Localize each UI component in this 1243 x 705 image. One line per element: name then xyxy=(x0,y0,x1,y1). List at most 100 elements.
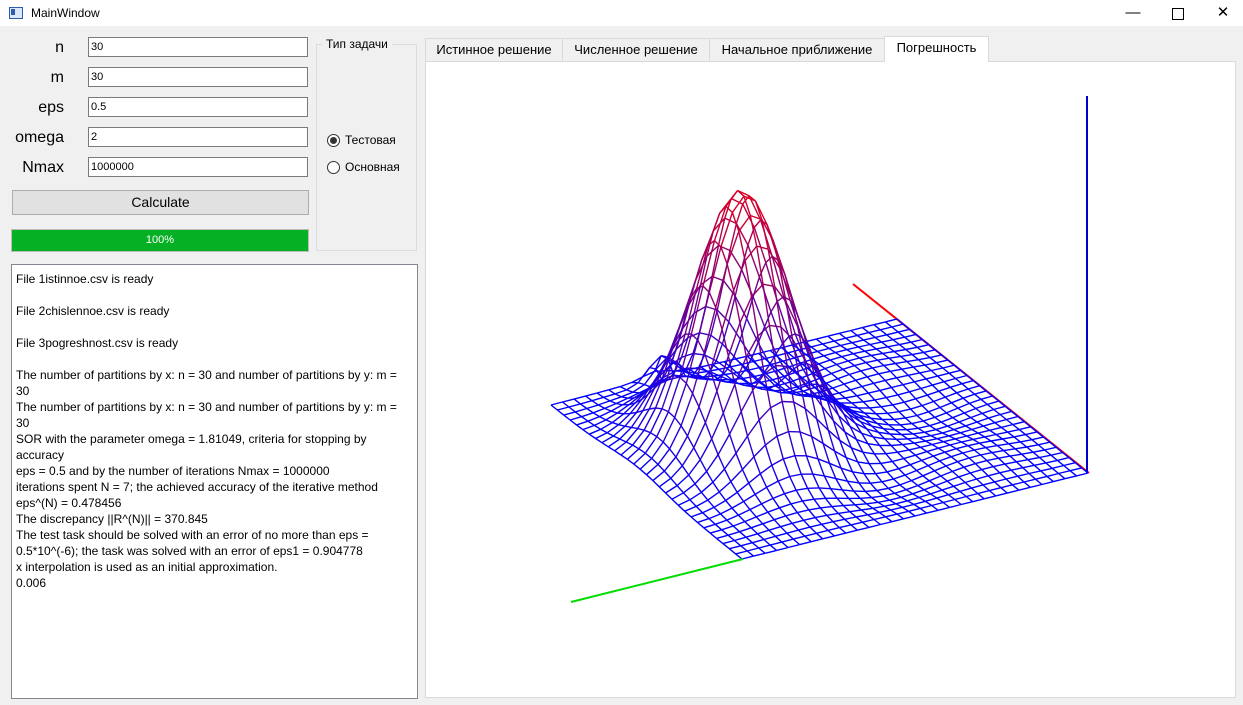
mesh-segment xyxy=(703,527,711,534)
mesh-segment xyxy=(932,455,941,462)
mesh-segment xyxy=(790,503,798,514)
mesh-segment xyxy=(864,490,873,499)
mesh-segment xyxy=(716,537,724,545)
mesh-segment xyxy=(829,359,837,366)
tab-initial-approximation[interactable]: Начальное приближение xyxy=(709,38,885,61)
mesh-segment xyxy=(862,518,875,523)
radio-test-button[interactable] xyxy=(327,134,340,147)
mesh-segment xyxy=(830,372,839,380)
mesh-segment xyxy=(986,403,995,411)
mesh-segment xyxy=(880,406,888,414)
mesh-segment xyxy=(776,430,789,437)
mesh-segment xyxy=(872,507,880,513)
mesh-segment xyxy=(861,386,869,394)
mesh-segment xyxy=(939,456,952,462)
mesh-segment xyxy=(952,417,960,423)
radio-main-button[interactable] xyxy=(327,161,340,174)
mesh-segment xyxy=(1002,436,1015,440)
mesh-segment xyxy=(919,369,932,374)
mesh-segment xyxy=(652,480,660,488)
mesh-segment xyxy=(968,454,981,459)
output-log[interactable]: File 1istinnoe.csv is ready File 2chislen… xyxy=(11,264,418,699)
mesh-segment xyxy=(753,456,761,474)
mesh-segment xyxy=(838,389,851,394)
mesh-segment xyxy=(685,382,694,394)
mesh-segment xyxy=(576,420,589,426)
mesh-segment xyxy=(915,398,923,407)
mesh-segment xyxy=(935,428,943,434)
mesh-segment xyxy=(991,452,999,459)
mesh-segment xyxy=(665,492,673,500)
mesh-segment xyxy=(661,354,668,358)
mesh-segment xyxy=(720,507,733,515)
mesh-segment xyxy=(958,421,966,427)
mesh-segment xyxy=(693,422,707,448)
mesh-segment xyxy=(690,516,698,523)
mesh-segment xyxy=(775,532,788,537)
mesh-segment xyxy=(865,362,873,369)
mesh-segment xyxy=(734,384,742,412)
mesh-segment xyxy=(624,425,632,429)
mesh-segment xyxy=(1000,484,1013,489)
log-line: x interpolation is used as an initial ap… xyxy=(16,560,278,574)
mesh-segment xyxy=(670,465,683,479)
mesh-segment xyxy=(793,401,801,433)
mesh-segment xyxy=(657,463,665,472)
mesh-segment xyxy=(713,506,722,515)
mesh-segment xyxy=(975,403,988,410)
mesh-segment xyxy=(676,485,685,494)
mesh-segment xyxy=(894,362,903,370)
mesh-segment xyxy=(843,504,855,507)
mesh-segment xyxy=(953,485,961,492)
mesh-segment xyxy=(699,438,713,461)
calculate-button[interactable]: Calculate xyxy=(12,190,309,215)
mesh-segment xyxy=(786,529,799,534)
mesh-segment xyxy=(603,396,611,402)
mesh-segment xyxy=(914,440,926,444)
mesh-segment xyxy=(1031,439,1039,446)
mesh-segment xyxy=(689,499,697,507)
mesh-segment xyxy=(913,500,926,506)
mesh-segment xyxy=(873,518,881,526)
n-input[interactable]: 30 xyxy=(88,37,308,57)
mesh-segment xyxy=(677,504,686,512)
mesh-segment xyxy=(958,476,966,484)
mesh-segment xyxy=(982,484,990,492)
mesh-segment xyxy=(883,364,891,372)
mesh-segment xyxy=(595,437,603,444)
maximize-button[interactable] xyxy=(1155,0,1201,26)
mesh-segment xyxy=(868,389,881,394)
mesh-segment xyxy=(915,450,928,456)
mesh-segment xyxy=(966,492,978,498)
mesh-segment xyxy=(904,336,912,343)
mesh-segment xyxy=(726,519,734,527)
surface-plot[interactable] xyxy=(425,61,1236,698)
mesh-segment xyxy=(920,504,932,510)
mesh-segment xyxy=(869,482,878,491)
mesh-segment xyxy=(769,407,778,437)
mesh-segment xyxy=(902,323,911,330)
tab-error[interactable]: Погрешность xyxy=(884,36,989,62)
mesh-segment xyxy=(586,407,594,414)
mesh-segment xyxy=(818,487,827,499)
tab-true-solution[interactable]: Истинное решение xyxy=(425,38,563,61)
mesh-segment xyxy=(585,395,593,402)
log-line: The test task should be solved with an e… xyxy=(16,528,369,542)
omega-input[interactable]: 2 xyxy=(88,127,308,147)
m-input[interactable]: 30 xyxy=(88,67,308,87)
mesh-segment xyxy=(976,475,989,480)
mesh-segment xyxy=(940,421,948,427)
mesh-segment xyxy=(921,459,929,467)
eps-input[interactable]: 0.5 xyxy=(88,97,308,117)
mesh-segment xyxy=(749,503,762,511)
mesh-segment xyxy=(987,400,1000,406)
mesh-segment xyxy=(947,421,960,427)
mesh-segment xyxy=(752,360,761,369)
tab-numerical-solution[interactable]: Численное решение xyxy=(562,38,710,61)
mesh-segment xyxy=(710,529,722,534)
mesh-segment xyxy=(946,480,955,487)
nmax-input[interactable]: 1000000 xyxy=(88,157,308,177)
close-button[interactable]: ✕ xyxy=(1200,0,1243,26)
minimize-button[interactable]: — xyxy=(1110,0,1156,26)
